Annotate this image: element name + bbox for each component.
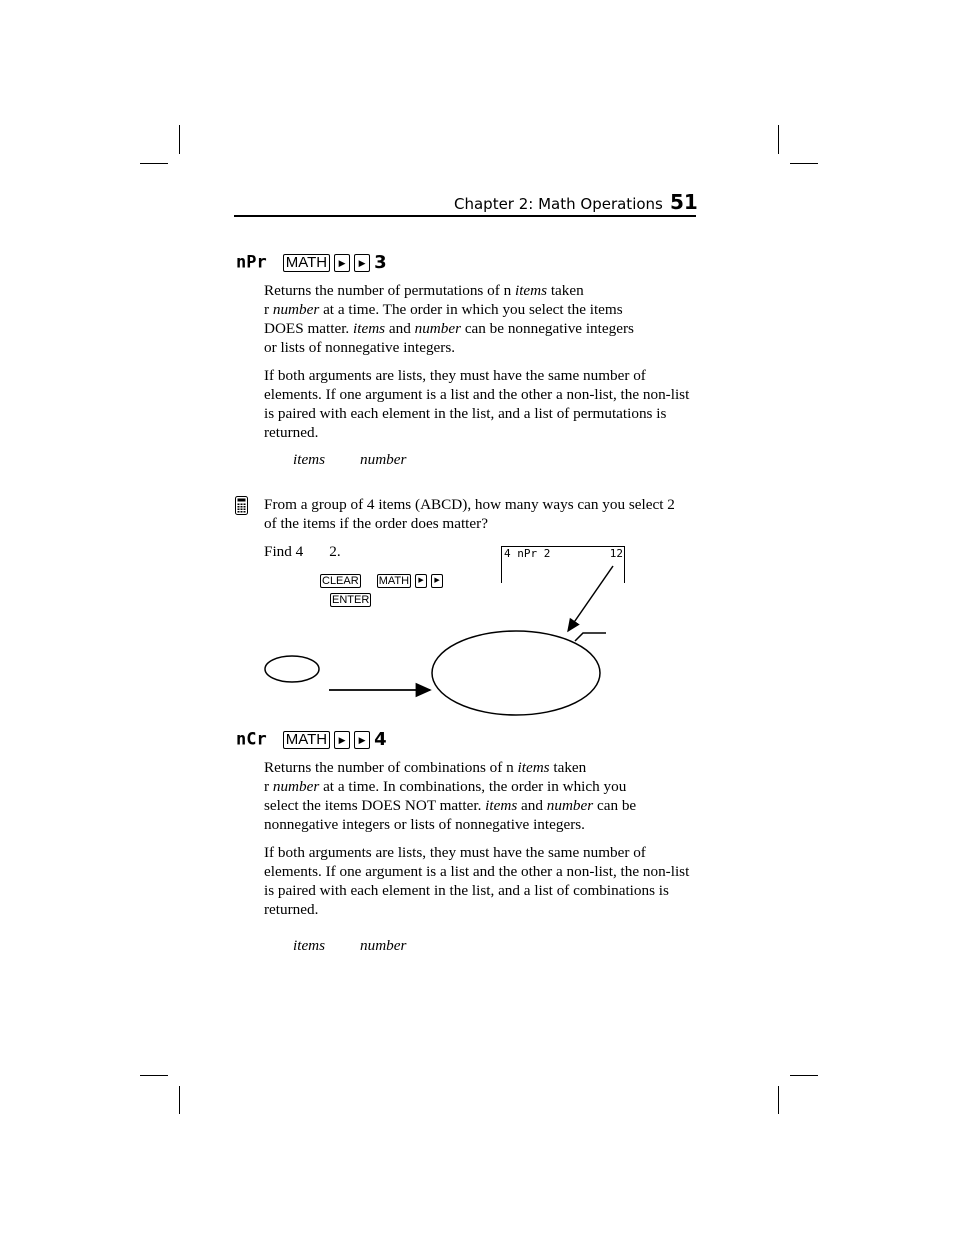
right-arrow-key-icon: ▶ xyxy=(354,730,371,749)
ncr-syntax-number: number xyxy=(360,937,407,954)
italic-text: items xyxy=(517,759,550,776)
text: r xyxy=(264,778,273,795)
small-callout-bubble xyxy=(264,655,320,683)
callout-diagram xyxy=(264,565,614,716)
italic-text: items xyxy=(485,797,518,814)
text: select the items DOES NOT matter. xyxy=(264,797,486,814)
callout-bubble xyxy=(431,630,601,716)
text: and xyxy=(517,797,547,814)
ncr-list-rule: If both arguments are lists, they must h… xyxy=(264,844,690,918)
math-key: MATH xyxy=(282,730,331,749)
ncr-heading: nCr MATH ▶ ▶ 4 xyxy=(236,729,387,750)
text: Returns the number of combinations of n xyxy=(264,759,518,776)
ncr-syntax-items: items xyxy=(293,937,326,954)
italic-text: number xyxy=(272,778,320,795)
ncr-description: Returns the number of combinations of n … xyxy=(264,758,704,834)
text: at a time. In combinations, the order in… xyxy=(319,778,627,795)
callout-leader xyxy=(574,632,606,642)
text: taken xyxy=(549,759,587,776)
italic-text: number xyxy=(546,797,594,814)
ncr-title: nCr xyxy=(236,729,267,750)
right-arrow-key-icon: ▶ xyxy=(334,730,351,749)
text: nonnegative integers or lists of nonnega… xyxy=(264,816,585,833)
text: can be xyxy=(593,797,637,814)
key-number: 4 xyxy=(374,729,387,750)
arrow-to-result xyxy=(567,565,614,633)
